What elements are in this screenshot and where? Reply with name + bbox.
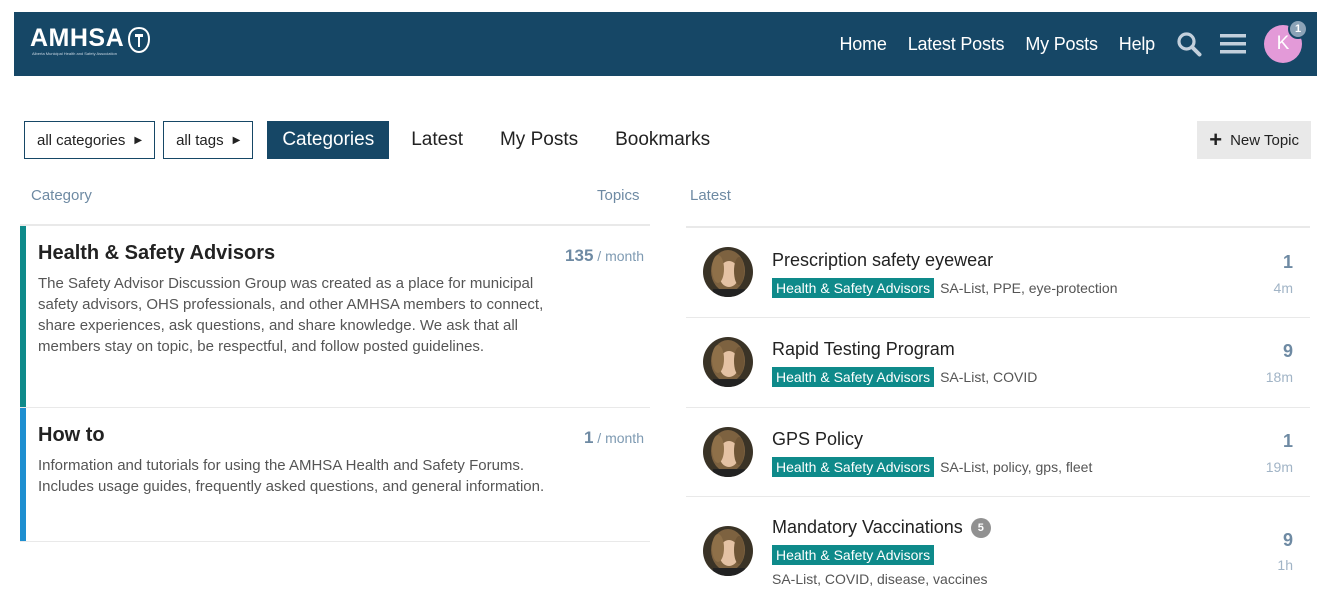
navigation-pills: all categories ▶ all tags ▶ Categories L… (24, 121, 732, 159)
category-description: The Safety Advisor Discussion Group was … (38, 275, 544, 355)
site-logo[interactable]: AMHSA Alberta Municipal Health and Safet… (30, 24, 151, 58)
topic-row[interactable]: Prescription safety eyewear Health & Saf… (686, 228, 1310, 318)
category-topic-count: 1 / month (584, 428, 644, 448)
reply-count[interactable]: 9 (1283, 530, 1293, 551)
hamburger-menu-icon[interactable] (1220, 33, 1246, 55)
latest-column-heading[interactable]: Latest (690, 187, 731, 204)
logo-mark-icon (128, 26, 151, 58)
search-icon[interactable] (1176, 31, 1202, 57)
category-row[interactable]: Health & Safety Advisors The Safety Advi… (20, 226, 650, 408)
activity-time[interactable]: 4m (1274, 280, 1293, 296)
activity-time[interactable]: 19m (1266, 459, 1293, 475)
category-dropdown-label: all categories (37, 131, 126, 149)
category-badge[interactable]: Health & Safety Advisors (772, 278, 935, 298)
reply-count[interactable]: 9 (1283, 341, 1293, 362)
reply-count[interactable]: 1 (1283, 252, 1293, 273)
topic-tags[interactable]: SA-List, COVID (940, 369, 1037, 385)
topic-count-period: / month (593, 430, 644, 446)
topic-meta: Health & Safety Advisors (772, 545, 940, 565)
caret-right-icon: ▶ (232, 134, 241, 146)
category-row[interactable]: How to Information and tutorials for usi… (20, 408, 650, 542)
topic-meta: Health & Safety Advisors SA-List, policy,… (772, 457, 1092, 477)
topics-column-heading[interactable]: Topics (597, 187, 640, 204)
topic-count-period: / month (593, 248, 644, 264)
category-column-heading[interactable]: Category (31, 187, 92, 204)
topic-tags-row: SA-List, COVID, disease, vaccines (772, 571, 988, 587)
header-nav: Home Latest Posts My Posts Help K 1 (839, 12, 1317, 76)
logo-text: AMHSA (30, 24, 125, 52)
topic-count-value: 135 (565, 246, 594, 265)
category-dropdown[interactable]: all categories ▶ (24, 121, 156, 159)
nav-my-posts[interactable]: My Posts (1025, 34, 1098, 55)
tab-latest[interactable]: Latest (396, 121, 478, 159)
unread-count-badge[interactable]: 5 (970, 518, 991, 538)
activity-time[interactable]: 1h (1277, 557, 1293, 573)
nav-home[interactable]: Home (839, 34, 886, 55)
user-avatar[interactable] (703, 337, 753, 387)
category-title[interactable]: How to (38, 424, 644, 447)
notification-badge: 1 (1288, 19, 1308, 39)
category-badge[interactable]: Health & Safety Advisors (772, 367, 935, 387)
category-description: Information and tutorials for using the … (38, 457, 545, 495)
category-topic-count: 135 / month (565, 246, 644, 266)
category-badge[interactable]: Health & Safety Advisors (772, 545, 935, 565)
tab-bookmarks[interactable]: Bookmarks (600, 121, 725, 159)
tag-dropdown[interactable]: all tags ▶ (163, 121, 254, 159)
topic-tags[interactable]: SA-List, policy, gps, fleet (940, 459, 1092, 475)
activity-time[interactable]: 18m (1266, 369, 1293, 385)
new-topic-button[interactable]: + New Topic (1197, 121, 1311, 159)
site-header: AMHSA Alberta Municipal Health and Safet… (14, 12, 1317, 76)
tag-dropdown-label: all tags (176, 131, 224, 149)
topic-row[interactable]: Mandatory Vaccinations 5 Health & Safety … (686, 497, 1310, 597)
logo-subtitle: Alberta Municipal Health and Safety Asso… (32, 51, 117, 56)
user-avatar-button[interactable]: K 1 (1264, 19, 1308, 63)
caret-right-icon: ▶ (134, 134, 143, 146)
topic-row[interactable]: Rapid Testing Program Health & Safety Ad… (686, 318, 1310, 408)
category-badge[interactable]: Health & Safety Advisors (772, 457, 935, 477)
tab-my-posts[interactable]: My Posts (485, 121, 593, 159)
topic-meta: Health & Safety Advisors SA-List, COVID (772, 367, 1037, 387)
plus-icon: + (1209, 127, 1223, 152)
topic-title[interactable]: Rapid Testing Program (772, 339, 955, 360)
topic-meta: Health & Safety Advisors SA-List, PPE, ey… (772, 278, 1118, 298)
category-list: Health & Safety Advisors The Safety Advi… (20, 224, 650, 542)
topic-title[interactable]: GPS Policy (772, 429, 863, 450)
topic-title[interactable]: Mandatory Vaccinations 5 (772, 517, 991, 538)
topic-title-text[interactable]: Mandatory Vaccinations (772, 517, 963, 537)
topic-tags[interactable]: SA-List, COVID, disease, vaccines (772, 571, 988, 587)
nav-latest-posts[interactable]: Latest Posts (908, 34, 1005, 55)
topic-row[interactable]: GPS Policy Health & Safety Advisors SA-Li… (686, 408, 1310, 497)
category-title[interactable]: Health & Safety Advisors (38, 242, 644, 265)
nav-help[interactable]: Help (1119, 34, 1155, 55)
category-color-bar (20, 408, 26, 541)
user-avatar[interactable] (703, 427, 753, 477)
reply-count[interactable]: 1 (1283, 431, 1293, 452)
latest-topic-list: Prescription safety eyewear Health & Saf… (686, 226, 1310, 597)
category-color-bar (20, 226, 26, 407)
topic-count-value: 1 (583, 428, 594, 447)
new-topic-label: New Topic (1230, 131, 1299, 149)
user-avatar[interactable] (703, 526, 753, 576)
topic-title[interactable]: Prescription safety eyewear (772, 250, 993, 271)
tab-categories[interactable]: Categories (267, 121, 390, 159)
user-avatar[interactable] (703, 247, 753, 297)
topic-tags[interactable]: SA-List, PPE, eye-protection (940, 280, 1117, 296)
